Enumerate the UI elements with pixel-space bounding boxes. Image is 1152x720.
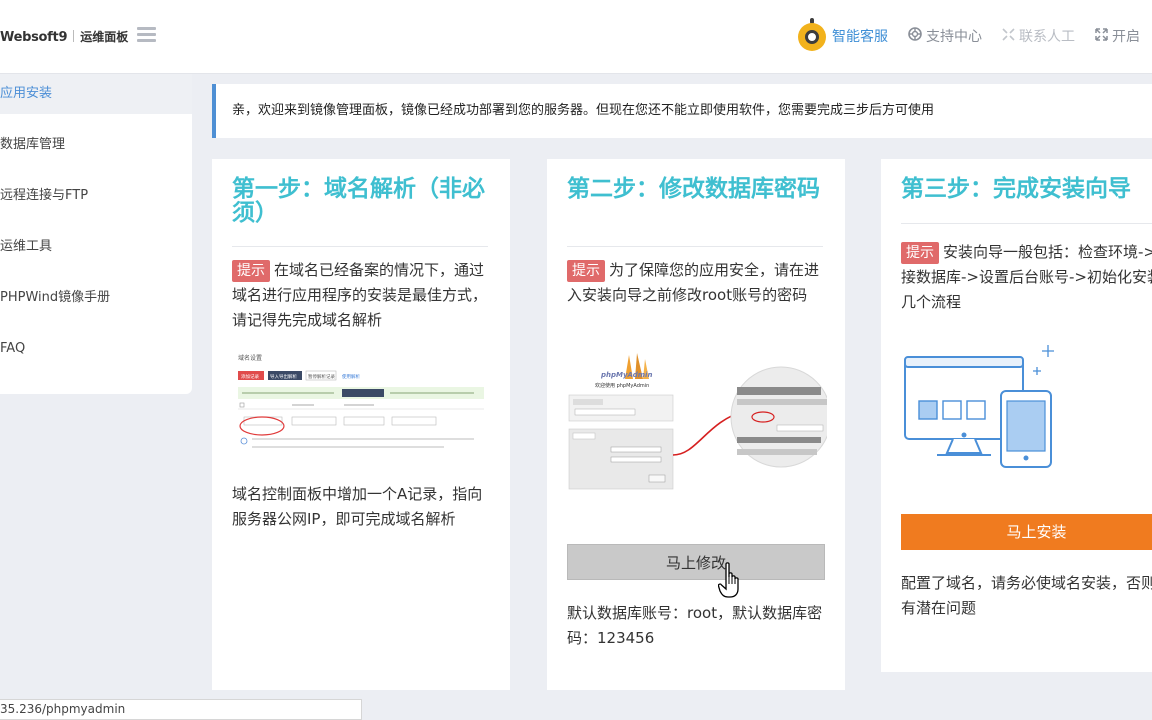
contact-human-link[interactable]: 联系人工: [1002, 26, 1075, 46]
logo[interactable]: Websoft9 运维面板: [0, 28, 128, 45]
sidebar-item-ops-tools[interactable]: 运维工具: [0, 227, 192, 267]
sidebar-item-label: 运维工具: [0, 239, 53, 254]
step2-title: 第二步：修改数据库密码: [567, 176, 820, 202]
sidebar-item-label: 数据库管理: [0, 137, 66, 152]
status-url: 35.236/phpmyadmin: [0, 702, 126, 716]
step1-tip: 提示 在域名已经备案的情况下，通过域名进行应用程序的安装是最佳方式，请记得先完成域…: [232, 258, 490, 333]
step3-card: 第三步：完成安装向导 提示 安装向导一般包括：检查环境->连接数据库->设置后台账…: [881, 159, 1152, 672]
dns-btn-pause: 暂停解析记录: [308, 373, 335, 380]
smart-service-label: 智能客服: [832, 29, 888, 45]
step2-card: 第二步：修改数据库密码 提示 为了保障您的应用安全，请在进入安装向导之前修改roo…: [547, 159, 845, 690]
top-header: Websoft9 运维面板 智能客服 支持中心 联系人工 开启: [0, 0, 1152, 74]
top-nav: 智能客服 支持中心 联系人工 开启: [796, 16, 1152, 56]
phpmyadmin-welcome: 欢迎使用 phpMyAdmin: [595, 382, 649, 389]
sidebar-item-label: 远程连接与FTP: [0, 188, 89, 203]
smart-service-link[interactable]: 智能客服: [796, 18, 888, 54]
step3-tip: 提示 安装向导一般包括：检查环境->连接数据库->设置后台账号->初始化安装几个流…: [901, 240, 1152, 315]
menu-toggle-icon[interactable]: [137, 27, 156, 43]
open-label: 开启: [1112, 29, 1140, 45]
dns-btn-add: 添加记录: [241, 373, 259, 380]
tip-badge: 提示: [901, 242, 939, 264]
step1-card: 第一步：域名解析（非必须） 提示 在域名已经备案的情况下，通过域名进行应用程序的安…: [212, 159, 510, 690]
open-link[interactable]: 开启: [1095, 26, 1140, 46]
step2-footer-text: 默认数据库账号：root，默认数据库密码：123456: [567, 604, 823, 647]
phpmyadmin-screenshot-image: phpMyAdmin 欢迎使用 phpMyAdmin: [567, 351, 832, 491]
sidebar-item-faq[interactable]: FAQ: [0, 329, 192, 369]
devices-illustration-icon: [901, 345, 1061, 469]
shrink-icon: [1002, 27, 1015, 45]
sidebar-item-manual[interactable]: PHPWind镜像手册: [0, 278, 192, 318]
dns-screenshot-image: 域名设置 添加记录 导入导出解析 暂停解析记录 使用解析: [234, 351, 488, 459]
tip-badge: 提示: [567, 260, 605, 282]
install-now-button[interactable]: 马上安装: [901, 514, 1152, 550]
tip-badge: 提示: [232, 260, 270, 282]
dns-btn-use: 使用解析: [342, 373, 360, 380]
sidebar-item-app-install[interactable]: 应用安装: [0, 74, 192, 114]
sidebar-item-remote-ftp[interactable]: 远程连接与FTP: [0, 176, 192, 216]
phpmyadmin-logo-text: phpMyAdmin: [600, 371, 652, 379]
sidebar-item-label: PHPWind镜像手册: [0, 290, 111, 305]
sidebar-item-label: FAQ: [0, 341, 26, 356]
step2-tip: 提示 为了保障您的应用安全，请在进入安装向导之前修改root账号的密码: [567, 258, 825, 308]
sidebar-item-label: 应用安装: [0, 86, 53, 101]
step1-footer-text: 域名控制面板中增加一个A记录，指向服务器公网IP，即可完成域名解析: [232, 485, 483, 528]
dns-heading: 域名设置: [238, 354, 262, 362]
divider: [567, 246, 823, 247]
contact-human-label: 联系人工: [1019, 29, 1075, 45]
support-center-link[interactable]: 支持中心: [908, 26, 982, 46]
expand-icon: [1095, 27, 1108, 45]
step3-title: 第三步：完成安装向导: [901, 176, 1131, 202]
step3-footer-text: 配置了域名，请务必使域名安装，否则会有潜在问题: [901, 574, 1152, 617]
browser-status-bar: 35.236/phpmyadmin: [0, 699, 362, 720]
lifebuoy-icon: [908, 27, 922, 45]
step1-tip-text: 在域名已经备案的情况下，通过域名进行应用程序的安装是最佳方式，请记得先完成域名解…: [232, 261, 488, 329]
step1-title: 第一步：域名解析（非必须）: [232, 176, 485, 226]
sidebar: 应用安装 数据库管理 远程连接与FTP 运维工具 PHPWind镜像手册 FAQ: [0, 74, 192, 394]
mascot-icon: [796, 18, 828, 54]
sidebar-item-database[interactable]: 数据库管理: [0, 125, 192, 165]
support-center-label: 支持中心: [926, 29, 982, 45]
welcome-notice: 亲，欢迎来到镜像管理面板，镜像已经成功部署到您的服务器。但现在您还不能立即使用软…: [212, 84, 1152, 138]
modify-now-button[interactable]: 马上修改: [567, 544, 825, 580]
logo-subtitle: 运维面板: [80, 30, 129, 44]
welcome-notice-text: 亲，欢迎来到镜像管理面板，镜像已经成功部署到您的服务器。但现在您还不能立即使用软…: [232, 103, 935, 118]
dns-btn-import: 导入导出解析: [270, 373, 297, 380]
logo-brand: Websoft9: [0, 30, 68, 45]
divider: [232, 246, 488, 247]
logo-divider: [73, 30, 75, 42]
divider: [901, 223, 1152, 224]
hand-cursor-icon: [717, 562, 744, 604]
